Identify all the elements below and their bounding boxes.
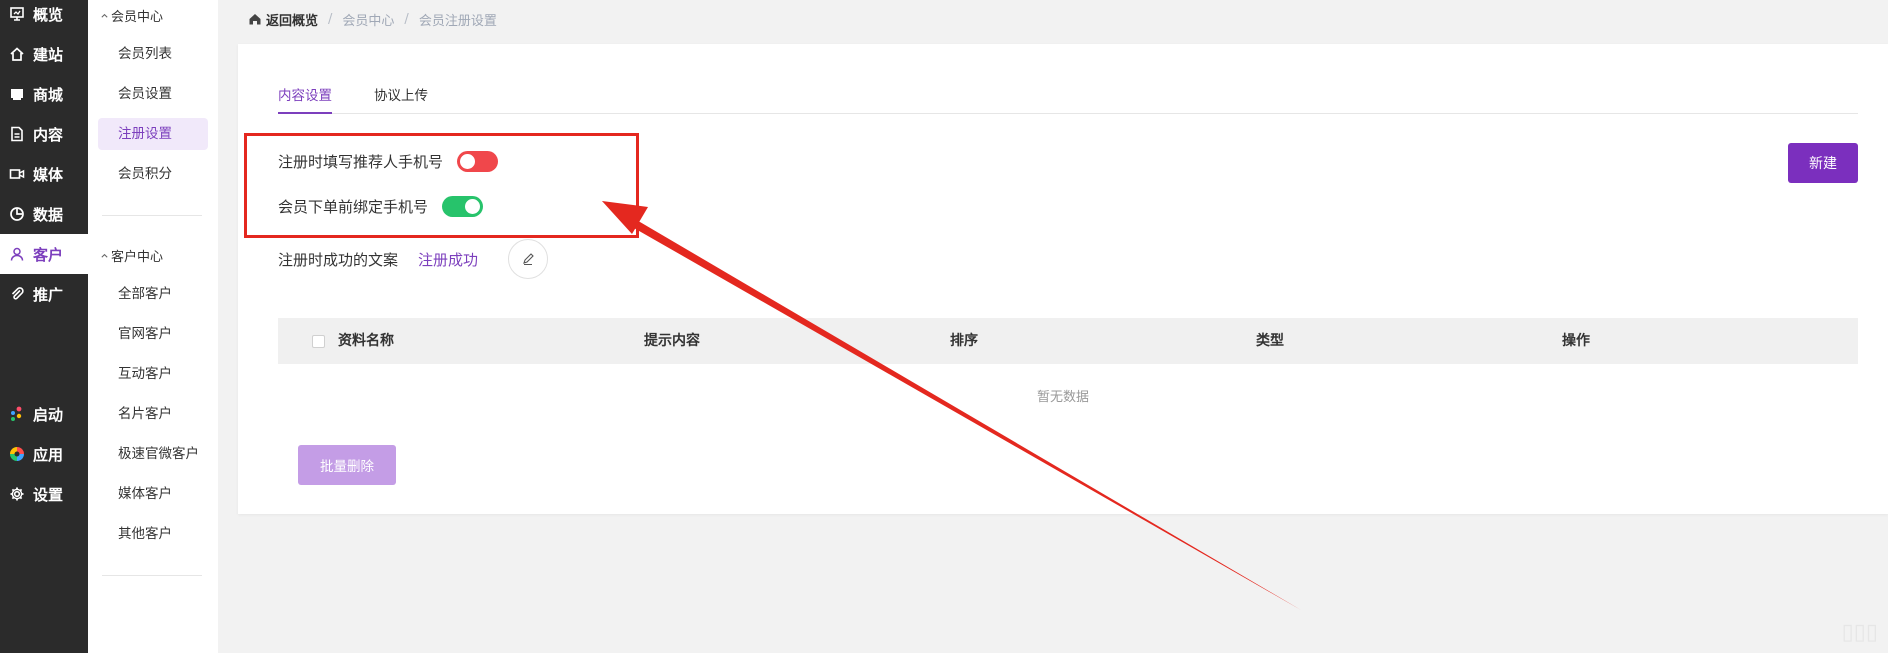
paperclip-icon [11,287,24,300]
watermark-mark: ▯▯▯ [1841,619,1878,645]
nav-label: 概览 [33,5,64,24]
tab-content-settings[interactable]: 内容设置 [278,84,332,114]
nav-item-overview[interactable]: 概览 [0,0,88,34]
toggle-knob [465,199,481,214]
gear-icon [10,487,24,501]
bind-phone-toggle[interactable] [442,196,484,217]
nav-item-site[interactable]: 建站 [0,34,88,74]
breadcrumb-home-label: 返回概览 [266,13,319,29]
subnav-microsite-customers[interactable]: 极速官微客户 [98,438,208,470]
subnav-member-list[interactable]: 会员列表 [98,38,208,70]
column-header-actions: 操作 [1562,333,1590,349]
primary-nav: 概览 建站 商城 内容 媒体 数据 客户 推广 启动 应用 设置 [0,0,88,653]
nav-label: 商城 [33,85,64,104]
group-title: 客户中心 [111,250,164,265]
subnav-media-customers[interactable]: 媒体客户 [98,478,208,510]
referrer-phone-setting: 注册时填写推荐人手机号 [278,151,499,172]
column-header-name[interactable]: 资料名称 [338,318,394,364]
document-icon [11,126,23,142]
group-title: 会员中心 [111,10,164,25]
nav-label: 推广 [33,285,64,304]
success-text-value[interactable]: 注册成功 [418,249,478,270]
member-center-header[interactable]: 会员中心 [100,6,163,25]
subnav-divider [102,215,202,216]
column-header-type[interactable]: 类型 [1256,318,1284,364]
subnav-member-points[interactable]: 会员积分 [98,158,208,190]
success-text-setting: 注册时成功的文案 注册成功 [278,239,549,279]
toggle-knob [460,154,476,169]
subnav-card-customers[interactable]: 名片客户 [98,398,208,430]
breadcrumb: 返回概览 / 会员中心 / 会员注册设置 [248,8,497,30]
edit-success-text-button[interactable] [508,239,549,279]
bind-phone-label: 会员下单前绑定手机号 [278,198,429,216]
launch-dots-icon [11,406,22,421]
home-icon [10,47,24,61]
referrer-phone-toggle[interactable] [457,151,499,172]
nav-item-media[interactable]: 媒体 [0,154,88,194]
subnav-divider [102,575,202,576]
pie-chart-icon [10,207,24,221]
nav-item-mall[interactable]: 商城 [0,74,88,114]
colorful-app-icon [10,447,24,461]
store-icon [11,89,23,100]
select-all-checkbox[interactable] [312,335,325,348]
new-button[interactable]: 新建 [1788,143,1858,183]
breadcrumb-separator: / [328,11,333,27]
success-text-label: 注册时成功的文案 [278,250,399,269]
settings-card: 内容设置 协议上传 注册时填写推荐人手机号 会员下单前绑定手机号 注册时成功的文… [238,44,1888,514]
subnav-other-customers[interactable]: 其他客户 [98,518,208,550]
tab-agreement-upload[interactable]: 协议上传 [374,84,428,114]
empty-table-message: 暂无数据 [1036,390,1089,405]
nav-item-promote[interactable]: 推广 [0,274,88,314]
secondary-nav: 会员中心 会员列表 会员设置 注册设置 会员积分 客户中心 全部客户 官网客户 … [88,0,218,653]
nav-item-launch[interactable]: 启动 [0,394,88,434]
nav-item-apps[interactable]: 应用 [0,434,88,474]
nav-label: 数据 [33,205,64,224]
subnav-interactive-customers[interactable]: 互动客户 [98,358,208,390]
subnav-member-settings[interactable]: 会员设置 [98,78,208,110]
batch-delete-button[interactable]: 批量删除 [298,445,396,485]
breadcrumb-current-page: 会员注册设置 [418,13,497,29]
nav-label: 客户 [33,245,64,264]
breadcrumb-member-center[interactable]: 会员中心 [342,10,394,29]
nav-label: 设置 [33,485,64,504]
referrer-phone-label: 注册时填写推荐人手机号 [278,153,444,171]
video-icon [9,169,25,179]
back-to-overview-link[interactable]: 返回概览 [248,10,318,29]
subnav-register-settings[interactable]: 注册设置 [98,118,208,150]
monitor-icon [10,7,24,21]
bind-phone-setting: 会员下单前绑定手机号 [278,196,484,217]
nav-item-customer[interactable]: 客户 [0,234,88,274]
subnav-all-customers[interactable]: 全部客户 [98,278,208,310]
chevron-up-icon [101,13,108,18]
subnav-website-customers[interactable]: 官网客户 [98,318,208,350]
column-header-hint[interactable]: 提示内容 [644,318,700,364]
nav-label: 建站 [33,45,64,64]
tab-bar: 内容设置 协议上传 [278,84,1858,114]
nav-label: 启动 [33,405,64,424]
nav-item-data[interactable]: 数据 [0,194,88,234]
table-header: 资料名称 提示内容 排序 类型 操作 [278,318,1858,364]
nav-label: 内容 [33,125,64,144]
breadcrumb-separator: / [404,11,409,27]
watermark: ▯▯▯ [1841,619,1878,645]
nav-item-settings[interactable]: 设置 [0,474,88,514]
nav-label: 媒体 [33,165,64,184]
nav-label: 应用 [33,445,64,464]
user-icon [10,247,24,261]
chevron-up-icon [101,253,108,258]
nav-item-content[interactable]: 内容 [0,114,88,154]
column-header-order[interactable]: 排序 [950,318,978,364]
pencil-icon [523,253,534,266]
customer-center-header[interactable]: 客户中心 [100,246,163,265]
home-icon [249,14,261,25]
